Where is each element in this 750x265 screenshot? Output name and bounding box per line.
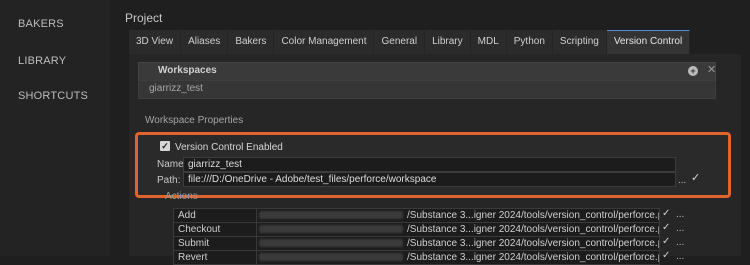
action-path-field[interactable]: /Substance 3...igner 2024/tools/version_…	[256, 222, 660, 237]
browse-button[interactable]: ...	[676, 251, 684, 262]
action-name-field[interactable]: Add	[173, 208, 257, 223]
checkmark-icon: ✓	[662, 236, 671, 247]
section-label-workspace-properties: Workspace Properties	[145, 115, 244, 126]
action-path-field[interactable]: /Substance 3...igner 2024/tools/version_…	[256, 208, 660, 223]
checkmark-icon: ✓	[662, 222, 671, 233]
main-panel: Project 3D View Aliases Bakers Color Man…	[110, 0, 750, 265]
path-text: /Substance 3...igner 2024/tools/version_…	[407, 238, 660, 249]
path-text: /Substance 3...igner 2024/tools/version_…	[407, 210, 660, 221]
close-icon[interactable]: ✕	[707, 63, 716, 76]
version-control-label: Version Control Enabled	[175, 142, 283, 153]
tab-library[interactable]: Library	[425, 30, 471, 54]
plus-circle-icon[interactable]: +	[688, 66, 698, 76]
name-field[interactable]: giarrizz_test	[183, 157, 676, 172]
sidebar-item-library[interactable]: LIBRARY	[18, 55, 66, 67]
sidebar-item-bakers[interactable]: BAKERS	[18, 18, 64, 30]
tab-aliases[interactable]: Aliases	[181, 30, 229, 54]
browse-button[interactable]: ...	[676, 237, 684, 248]
sidebar: BAKERS LIBRARY SHORTCUTS	[0, 0, 111, 256]
tab-version-control[interactable]: Version Control	[606, 30, 691, 54]
tab-scripting[interactable]: Scripting	[552, 30, 607, 54]
checkmark-icon[interactable]: ✓	[691, 171, 700, 184]
browse-button[interactable]: ...	[676, 223, 684, 234]
tab-color-management[interactable]: Color Management	[274, 30, 375, 54]
path-label: Path:	[157, 175, 181, 186]
action-name-field[interactable]: Revert	[173, 250, 257, 265]
path-text: /Substance 3...igner 2024/tools/version_…	[407, 224, 660, 235]
tab-3d-view[interactable]: 3D View	[129, 30, 182, 54]
workspaces-title: Workspaces	[158, 65, 217, 76]
redacted-path	[259, 253, 403, 262]
action-name-field[interactable]: Checkout	[173, 222, 257, 237]
path-field[interactable]: file:///D:/OneDrive - Adobe/test_files/p…	[183, 172, 676, 187]
action-path-field[interactable]: /Substance 3...igner 2024/tools/version_…	[256, 236, 660, 251]
action-name-field[interactable]: Submit	[173, 236, 257, 251]
list-item[interactable]: giarrizz_test	[149, 83, 203, 94]
workspaces-list: giarrizz_test	[138, 80, 716, 99]
tab-python[interactable]: Python	[506, 30, 553, 54]
redacted-path	[259, 239, 403, 248]
page-title: Project	[125, 11, 163, 25]
redacted-path	[259, 225, 403, 234]
workspaces-header: Workspaces + ✕	[138, 62, 716, 81]
tab-bakers[interactable]: Bakers	[228, 30, 275, 54]
tab-mdl[interactable]: MDL	[470, 30, 507, 54]
browse-button[interactable]: ...	[676, 209, 684, 220]
path-text: /Substance 3...igner 2024/tools/version_…	[407, 252, 660, 263]
tab-general[interactable]: General	[374, 30, 426, 54]
redacted-path	[259, 211, 403, 220]
actions-label: Actions	[165, 191, 198, 202]
version-control-checkbox[interactable]: ✓	[160, 141, 170, 151]
browse-button[interactable]: ...	[678, 175, 686, 186]
action-path-field[interactable]: /Substance 3...igner 2024/tools/version_…	[256, 250, 660, 265]
tab-bar: 3D View Aliases Bakers Color Management …	[129, 30, 691, 54]
sidebar-item-shortcuts[interactable]: SHORTCUTS	[18, 90, 88, 102]
checkmark-icon: ✓	[662, 208, 671, 219]
